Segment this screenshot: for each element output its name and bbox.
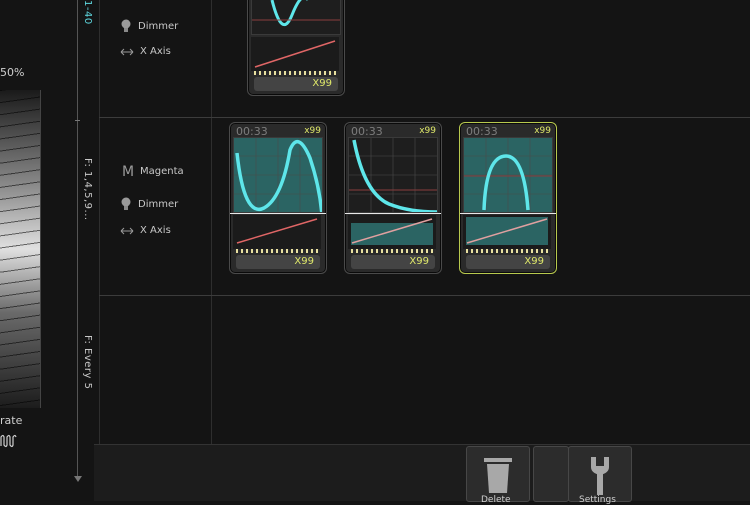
axis-label: X Axis <box>120 46 171 57</box>
axis-label: X Axis <box>120 225 171 236</box>
axis-arrow-icon <box>120 48 134 55</box>
rate-label: rate <box>0 414 23 427</box>
row-divider <box>99 117 750 118</box>
ruler-line <box>77 0 78 480</box>
effect-card[interactable]: 00:33 x99 X99 <box>229 122 327 274</box>
repeat-footer: X99 <box>236 255 320 269</box>
magenta-m-icon: M <box>122 164 134 178</box>
curve-preview <box>463 137 553 213</box>
repeat-count: x99 <box>419 126 436 136</box>
dimmer-label: Dimmer <box>120 19 178 33</box>
curve-preview <box>233 137 324 217</box>
ramp-preview <box>348 215 436 249</box>
repeat-count: x99 <box>304 126 321 136</box>
toolbar-spacer-button[interactable] <box>533 446 569 502</box>
ruler-label-every: F: Every 5 <box>82 335 93 390</box>
ramp-preview <box>233 215 321 249</box>
wrench-icon <box>591 457 609 495</box>
trash-icon <box>484 458 512 493</box>
ruler-arrow-icon <box>74 476 82 482</box>
repeat-footer: X99 <box>466 255 550 269</box>
axis-arrow-icon <box>120 227 134 234</box>
ruler-label-range: 1-40 <box>82 0 93 25</box>
row-divider <box>99 295 750 296</box>
intensity-percent: 50% <box>0 66 25 79</box>
effect-card[interactable]: 00:33 x99 X99 <box>344 122 442 274</box>
delete-button[interactable]: Delete <box>466 446 530 505</box>
repeat-footer: X99 <box>254 77 338 91</box>
lightbulb-icon <box>121 19 131 32</box>
repeat-count: x99 <box>534 126 551 136</box>
svg-text:M: M <box>122 164 134 178</box>
ramp-preview <box>251 37 339 71</box>
bottom-toolbar <box>94 444 750 501</box>
curve-preview <box>251 0 341 35</box>
intensity-gradient-slider[interactable] <box>0 90 41 408</box>
lightbulb-icon <box>121 197 131 210</box>
magenta-label: M Magenta <box>122 164 184 178</box>
ruler-label-fixture-list: F: 1,4,5,9... <box>82 158 93 221</box>
ramp-preview <box>463 215 551 249</box>
wave-icon <box>0 434 17 448</box>
curve-preview <box>348 137 438 214</box>
dimmer-label: Dimmer <box>120 197 178 211</box>
effect-card-selected[interactable]: 00:33 x99 X99 <box>459 122 557 274</box>
settings-button[interactable]: Settings <box>568 446 632 505</box>
effect-card[interactable]: X99 <box>247 0 345 96</box>
repeat-footer: X99 <box>351 255 435 269</box>
